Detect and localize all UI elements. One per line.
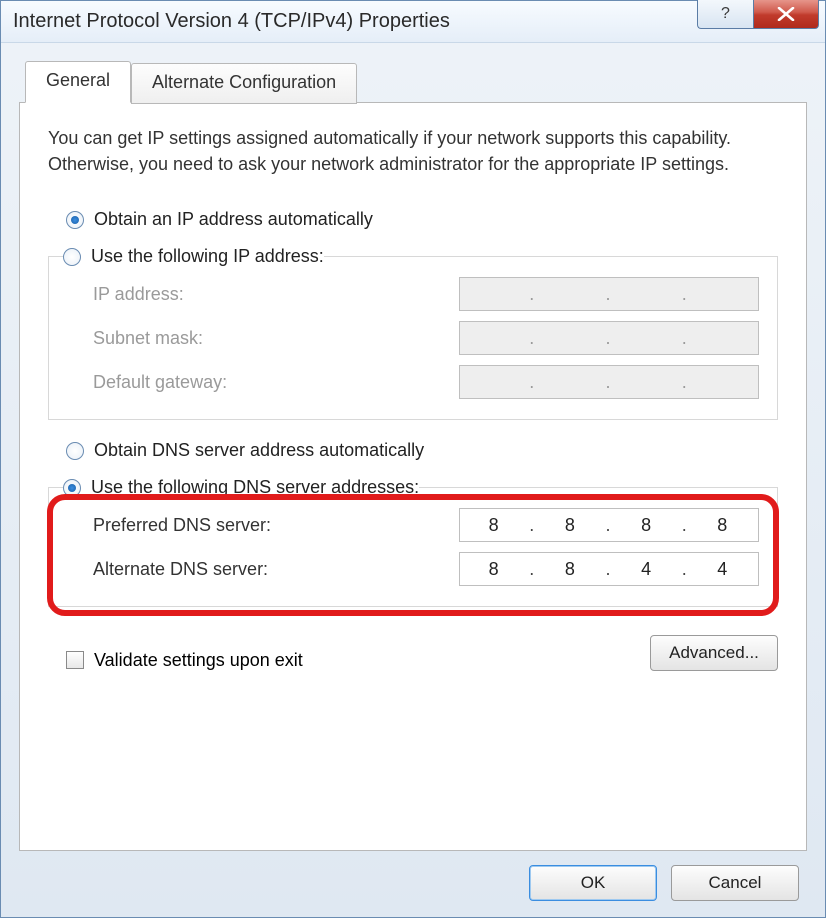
group-ip-manual: Use the following IP address: IP address… — [48, 246, 778, 420]
row-gateway: Default gateway: . . . — [93, 365, 759, 399]
client-area: General Alternate Configuration You can … — [1, 43, 825, 917]
help-button[interactable]: ? — [697, 0, 753, 29]
label-ip-address: IP address: — [93, 284, 184, 305]
input-ip-address[interactable]: . . . — [459, 277, 759, 311]
radio-ip-manual[interactable]: Use the following IP address: — [63, 246, 324, 267]
radio-ip-auto[interactable]: Obtain an IP address automatically — [66, 209, 778, 230]
radio-icon — [66, 442, 84, 460]
radio-icon — [66, 211, 84, 229]
titlebar: Internet Protocol Version 4 (TCP/IPv4) P… — [1, 1, 825, 43]
row-alternate-dns: Alternate DNS server: 8. 8. 4. 4 — [93, 552, 759, 586]
close-icon — [777, 7, 795, 21]
tabstrip: General Alternate Configuration — [19, 61, 807, 103]
checkbox-icon — [66, 651, 84, 669]
radio-dns-auto[interactable]: Obtain DNS server address automatically — [66, 440, 778, 461]
group-dns-manual: Use the following DNS server addresses: … — [48, 477, 778, 607]
input-subnet[interactable]: . . . — [459, 321, 759, 355]
label-subnet: Subnet mask: — [93, 328, 203, 349]
radio-dns-manual[interactable]: Use the following DNS server addresses: — [63, 477, 419, 498]
tab-general[interactable]: General — [25, 61, 131, 103]
window-title: Internet Protocol Version 4 (TCP/IPv4) P… — [13, 10, 450, 33]
input-alternate-dns[interactable]: 8. 8. 4. 4 — [459, 552, 759, 586]
close-button[interactable] — [753, 0, 819, 29]
input-preferred-dns[interactable]: 8. 8. 8. 8 — [459, 508, 759, 542]
radio-dns-manual-label: Use the following DNS server addresses: — [91, 477, 419, 498]
radio-icon — [63, 479, 81, 497]
advanced-button[interactable]: Advanced... — [650, 635, 778, 671]
window-buttons: ? — [697, 0, 819, 29]
radio-ip-auto-label: Obtain an IP address automatically — [94, 209, 373, 230]
radio-icon — [63, 248, 81, 266]
intro-text: You can get IP settings assigned automat… — [48, 125, 778, 177]
tab-alternate[interactable]: Alternate Configuration — [131, 63, 357, 104]
ok-button[interactable]: OK — [529, 865, 657, 901]
cancel-button[interactable]: Cancel — [671, 865, 799, 901]
row-ip-address: IP address: . . . — [93, 277, 759, 311]
input-gateway[interactable]: . . . — [459, 365, 759, 399]
label-gateway: Default gateway: — [93, 372, 227, 393]
label-validate: Validate settings upon exit — [94, 650, 303, 671]
radio-dns-auto-label: Obtain DNS server address automatically — [94, 440, 424, 461]
row-subnet: Subnet mask: . . . — [93, 321, 759, 355]
label-alternate-dns: Alternate DNS server: — [93, 559, 268, 580]
checkbox-validate[interactable]: Validate settings upon exit — [66, 650, 303, 671]
radio-ip-manual-label: Use the following IP address: — [91, 246, 324, 267]
tab-panel-general: You can get IP settings assigned automat… — [19, 102, 807, 851]
dialog-window: Internet Protocol Version 4 (TCP/IPv4) P… — [0, 0, 826, 918]
row-preferred-dns: Preferred DNS server: 8. 8. 8. 8 — [93, 508, 759, 542]
dialog-buttons: OK Cancel — [19, 851, 807, 901]
label-preferred-dns: Preferred DNS server: — [93, 515, 271, 536]
bottom-row: Validate settings upon exit Advanced... — [48, 635, 778, 671]
